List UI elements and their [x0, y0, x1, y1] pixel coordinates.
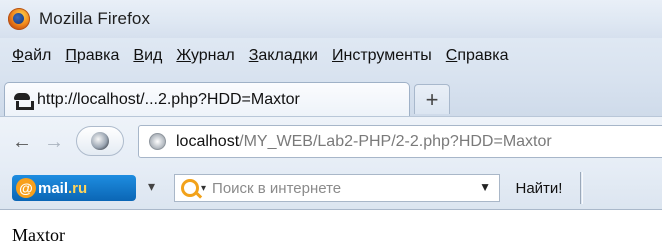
mailru-logo-domain: .ru — [68, 179, 88, 197]
search-engine-icon[interactable] — [181, 179, 199, 197]
title-bar: Mozilla Firefox — [0, 0, 662, 38]
window-title: Mozilla Firefox — [39, 9, 151, 28]
new-tab-button[interactable]: + — [414, 84, 450, 114]
toolbar-separator — [580, 172, 583, 204]
firefox-logo-icon — [8, 8, 30, 30]
mailru-logo-button[interactable]: @ mail .ru — [12, 175, 136, 201]
search-input[interactable]: ▾ Поиск в интернете ▼ — [174, 174, 500, 202]
menu-view[interactable]: Вид — [133, 47, 162, 65]
menu-bar: Файл Правка Вид Журнал Закладки Инструме… — [0, 38, 662, 74]
search-placeholder: Поиск в интернете — [212, 179, 342, 197]
find-button[interactable]: Найти! — [500, 174, 578, 202]
menu-file[interactable]: Файл — [12, 47, 51, 65]
forward-button[interactable]: → — [44, 131, 64, 154]
tab-active[interactable]: http://localhost/...2.php?HDD=Maxtor — [4, 82, 410, 116]
tab-strip: http://localhost/...2.php?HDD=Maxtor + — [0, 74, 662, 116]
page-text: Maxtor — [12, 225, 65, 245]
navigation-bar: ← → localhost /MY_WEB/Lab2-PHP/2-2.php?H… — [0, 116, 662, 166]
menu-help[interactable]: Справка — [446, 47, 509, 65]
globe-icon[interactable] — [149, 133, 166, 150]
search-history-dropdown[interactable]: ▼ — [479, 180, 491, 194]
url-host: localhost — [176, 132, 240, 150]
mailru-logo-name: mail — [38, 179, 69, 197]
mailru-menu-dropdown[interactable]: ▾ — [148, 178, 155, 195]
menu-history[interactable]: Журнал — [176, 47, 234, 65]
url-bar[interactable]: localhost /MY_WEB/Lab2-PHP/2-2.php?HDD=M… — [138, 125, 662, 158]
menu-edit[interactable]: Правка — [65, 47, 119, 65]
incognito-hat-icon — [13, 92, 34, 110]
menu-bookmarks[interactable]: Закладки — [249, 47, 318, 65]
menu-tools[interactable]: Инструменты — [332, 47, 432, 65]
engine-chevron-down-icon[interactable]: ▾ — [201, 183, 206, 194]
page-content: Maxtor — [0, 211, 662, 251]
tab-title: http://localhost/...2.php?HDD=Maxtor — [37, 90, 300, 108]
mailru-toolbar: @ mail .ru ▾ ▾ Поиск в интернете ▼ Найти! — [0, 166, 662, 210]
back-button[interactable]: ← — [12, 131, 32, 154]
page-identity-eye-icon[interactable] — [76, 126, 124, 156]
mailru-at-icon: @ — [16, 178, 36, 198]
url-path: /MY_WEB/Lab2-PHP/2-2.php?HDD=Maxtor — [239, 132, 552, 150]
